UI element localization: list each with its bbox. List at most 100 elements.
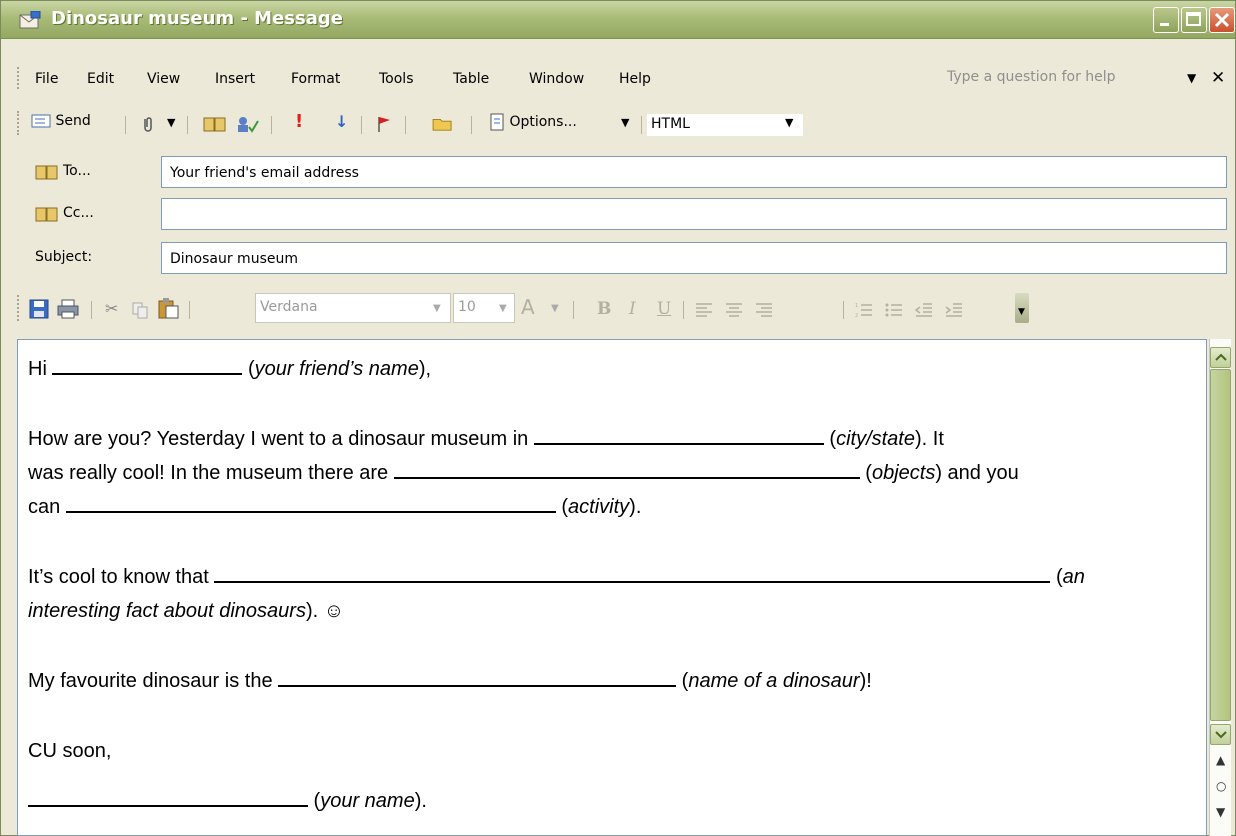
blank-line — [533, 425, 824, 445]
body-text: Hi — [28, 358, 53, 380]
save-icon[interactable] — [29, 299, 49, 319]
close-icon — [1214, 12, 1230, 28]
size-dropdown-icon[interactable]: ▼ — [499, 303, 507, 314]
toolbar-separator — [843, 301, 844, 319]
standard-toolbar: Send ▼ ! ↓ Options... ▼ HTML ▼ — [1, 107, 1235, 141]
menu-tools[interactable]: Tools — [379, 71, 414, 87]
menu-bar: File Edit View Insert Format Tools Table… — [1, 63, 1235, 97]
hint-text: interesting fact about dinosaurs — [28, 600, 306, 622]
title-bar[interactable]: Dinosaur museum - Message — [1, 1, 1235, 39]
close-document-icon[interactable]: ✕ — [1211, 68, 1225, 88]
follow-up-flag-icon[interactable] — [375, 115, 393, 133]
select-browse-object-icon[interactable]: ○ — [1216, 779, 1226, 793]
address-book-icon[interactable] — [35, 163, 59, 181]
help-search-input[interactable]: Type a question for help — [947, 69, 1161, 91]
align-right-icon[interactable] — [755, 301, 773, 319]
menu-format[interactable]: Format — [291, 71, 340, 87]
bold-icon[interactable]: B — [597, 299, 611, 319]
body-line: (your name). — [28, 786, 427, 816]
toolbar-separator — [641, 116, 642, 134]
numbering-icon[interactable]: 12 — [855, 301, 873, 319]
minimize-button[interactable] — [1153, 7, 1179, 33]
font-color-icon[interactable]: A — [521, 295, 535, 319]
scroll-up-button[interactable] — [1210, 347, 1231, 368]
bullets-icon[interactable] — [885, 301, 903, 319]
toolbar-separator — [271, 116, 272, 134]
message-format-select[interactable]: HTML — [647, 114, 803, 136]
maximize-icon — [1186, 12, 1201, 26]
send-button[interactable]: Send — [31, 113, 91, 129]
low-importance-icon[interactable]: ↓ — [335, 112, 348, 131]
address-book-icon[interactable] — [35, 205, 59, 223]
address-book-icon[interactable] — [203, 115, 227, 133]
to-button[interactable]: To... — [63, 163, 91, 179]
attach-file-icon[interactable] — [139, 115, 157, 133]
message-body[interactable]: Hi (your friend’s name), How are you? Ye… — [17, 339, 1207, 836]
decrease-indent-icon[interactable] — [915, 301, 933, 319]
font-dropdown-icon[interactable]: ▼ — [433, 303, 441, 314]
chevron-down-icon: ▼ — [1018, 307, 1025, 317]
body-text: ). It — [914, 428, 944, 450]
menu-window[interactable]: Window — [529, 71, 584, 87]
body-line: interesting fact about dinosaurs). ☺ — [28, 596, 344, 626]
hint-text: an — [1062, 566, 1085, 588]
hint-text: your name — [320, 790, 415, 812]
increase-indent-icon[interactable] — [945, 301, 963, 319]
hint-text: objects — [871, 462, 936, 484]
format-dropdown-icon[interactable]: ▼ — [785, 116, 793, 129]
menu-insert[interactable]: Insert — [215, 71, 255, 87]
attach-dropdown-icon[interactable]: ▼ — [167, 116, 175, 129]
blank-line — [52, 355, 243, 375]
scroll-thumb[interactable] — [1210, 369, 1231, 721]
font-color-dropdown-icon[interactable]: ▼ — [551, 303, 559, 314]
high-importance-icon[interactable]: ! — [295, 111, 303, 132]
send-icon — [31, 114, 51, 128]
menu-help[interactable]: Help — [619, 71, 651, 87]
cut-icon[interactable]: ✂ — [105, 299, 118, 318]
italic-icon[interactable]: I — [629, 299, 636, 319]
font-name-select[interactable]: Verdana — [255, 293, 451, 323]
chevron-up-icon — [1215, 353, 1227, 361]
subject-field[interactable]: Dinosaur museum — [161, 242, 1227, 274]
scroll-down-button[interactable] — [1210, 724, 1231, 745]
options-button[interactable]: Options... — [489, 113, 577, 131]
to-field[interactable]: Your friend's email address — [161, 156, 1227, 188]
hint-text: city/state — [836, 428, 915, 450]
blank-line — [393, 459, 860, 479]
toolbar-separator — [125, 116, 126, 134]
copy-icon[interactable] — [131, 301, 149, 319]
toolbar-separator — [573, 301, 574, 319]
menu-grip[interactable] — [17, 67, 20, 89]
body-text: It’s cool to know that — [28, 566, 215, 588]
open-folder-icon[interactable] — [431, 114, 455, 132]
underline-icon[interactable]: U — [657, 299, 671, 319]
body-line: can (activity). — [28, 492, 641, 522]
options-dropdown-icon[interactable]: ▼ — [621, 116, 629, 129]
vertical-scrollbar[interactable]: ▲ ○ ▼ — [1209, 339, 1231, 836]
check-names-icon[interactable] — [235, 115, 259, 133]
align-left-icon[interactable] — [695, 301, 713, 319]
next-item-icon[interactable]: ▼ — [1216, 805, 1225, 819]
menu-table[interactable]: Table — [453, 71, 489, 87]
envelope-icon — [19, 11, 41, 29]
menu-edit[interactable]: Edit — [87, 71, 114, 87]
toolbar-grip[interactable] — [17, 111, 20, 135]
toolbar-separator — [683, 301, 684, 319]
previous-item-icon[interactable]: ▲ — [1216, 753, 1225, 767]
body-text: My favourite dinosaur is the — [28, 670, 279, 692]
cc-button[interactable]: Cc... — [63, 205, 94, 221]
send-label: Send — [55, 113, 91, 129]
svg-text:2: 2 — [855, 313, 858, 319]
paste-icon[interactable] — [157, 297, 179, 319]
format-toolbar-grip[interactable] — [17, 295, 20, 321]
blank-line — [214, 563, 1051, 583]
help-dropdown-icon[interactable]: ▼ — [1187, 71, 1196, 85]
print-icon[interactable] — [57, 299, 79, 319]
menu-file[interactable]: File — [35, 71, 58, 87]
close-button[interactable] — [1209, 7, 1235, 33]
cc-field[interactable] — [161, 198, 1227, 230]
toolbar-overflow-button[interactable]: ▼ — [1015, 293, 1029, 323]
menu-view[interactable]: View — [147, 71, 180, 87]
align-center-icon[interactable] — [725, 301, 743, 319]
maximize-button[interactable] — [1181, 7, 1207, 33]
